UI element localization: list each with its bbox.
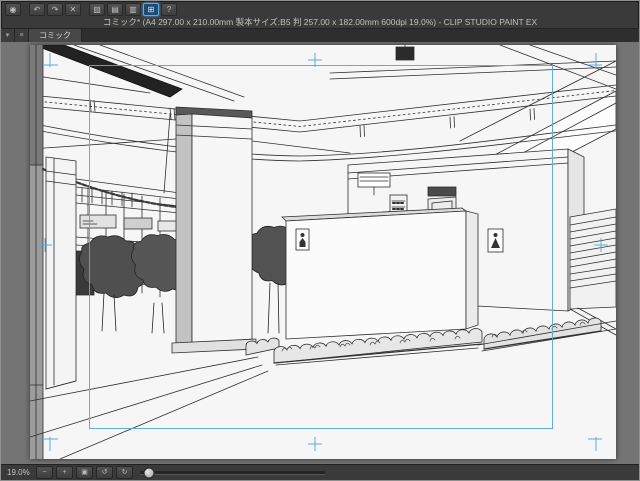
zoom-slider[interactable] [140,467,325,478]
zoom-in-icon[interactable]: + [56,466,73,479]
zoom-slider-knob[interactable] [143,467,155,478]
snap-ruler-icon[interactable]: ▤ [107,2,123,16]
clip-studio-paint-window: ◉ ↶ ↷ ✕ ▨ ▤ ▥ ⊞ ? コミック* (A4 297.00 x 210… [0,0,640,481]
rotate-right-icon[interactable]: ↻ [116,466,133,479]
artwork-line-drawing[interactable] [30,45,616,459]
left-column [45,156,77,390]
hanging-sign [395,46,415,61]
zoom-out-icon[interactable]: − [36,466,53,479]
rotate-left-icon[interactable]: ↺ [96,466,113,479]
front-wall [285,210,467,340]
snap-grid-icon[interactable]: ⊞ [143,2,159,16]
tab-comic[interactable]: コミック [29,29,82,42]
fill-icon[interactable]: ▨ [89,2,105,16]
undo-icon[interactable]: ↶ [29,2,45,16]
redo-icon[interactable]: ↷ [47,2,63,16]
zoom-percentage: 19.0% [7,468,30,477]
pillar-front [191,113,253,346]
snap-special-ruler-icon[interactable]: ▥ [125,2,141,16]
canvas-tab-bar: ▾ ≡ コミック [1,28,639,43]
status-bar: 19.0% − + ▣ ↺ ↻ [1,464,639,480]
artwork-linework [30,45,616,459]
tab-menu-icon[interactable]: ▾ [1,29,15,42]
canvas-page[interactable] [30,45,616,459]
pillar-side [175,113,193,352]
help-icon[interactable]: ? [161,2,177,16]
window-title: コミック* (A4 297.00 x 210.00mm 製本サイズ:B5 判 2… [102,17,538,27]
tab-list-icon[interactable]: ≡ [15,29,29,42]
canvas-area[interactable] [1,42,639,464]
fit-screen-icon[interactable]: ▣ [76,466,93,479]
air-conditioner [357,172,391,188]
delete-icon[interactable]: ✕ [65,2,81,16]
command-bar: ◉ ↶ ↷ ✕ ▨ ▤ ▥ ⊞ ? [1,1,639,16]
dark-ceiling-beam [33,45,183,98]
clip-studio-home-icon[interactable]: ◉ [5,2,21,16]
